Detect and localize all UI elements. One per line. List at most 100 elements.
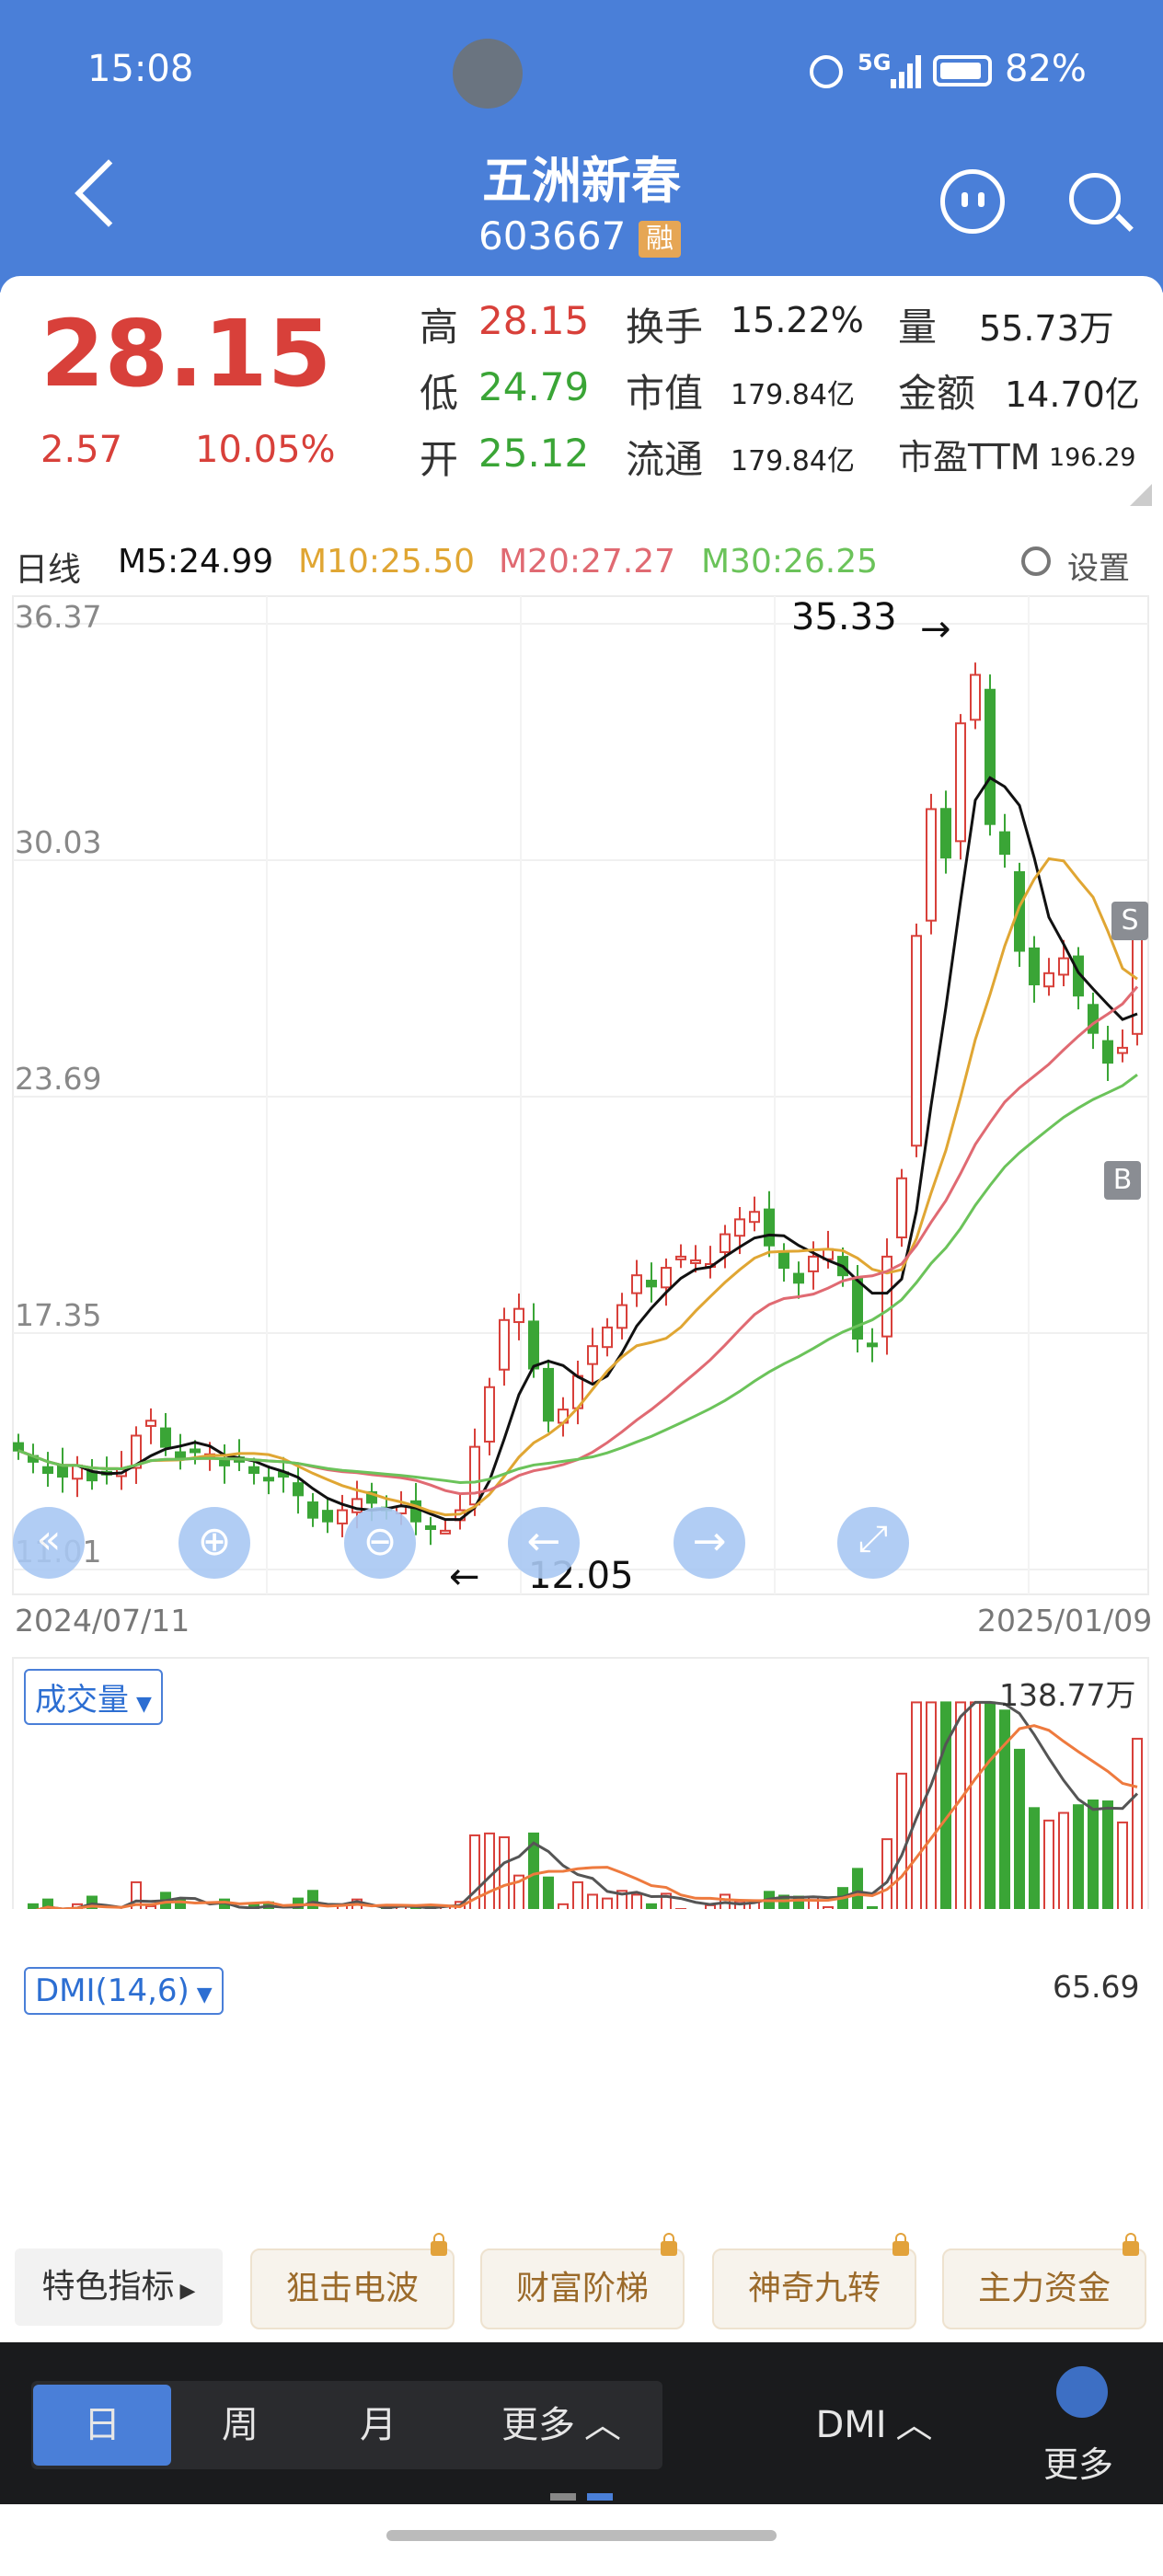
candle bbox=[190, 1448, 201, 1454]
candle bbox=[145, 1420, 156, 1427]
volume-bar bbox=[1088, 1800, 1099, 1909]
period-more-button[interactable]: 更多 ︿ bbox=[460, 2385, 662, 2466]
candle bbox=[293, 1482, 304, 1497]
candle bbox=[513, 1307, 524, 1324]
feature-indicators-tab[interactable]: 特色指标 ▶ bbox=[15, 2248, 223, 2326]
volume-bar bbox=[867, 1905, 878, 1909]
stock-code: 603667 bbox=[478, 213, 627, 259]
zoom-out-button[interactable]: ⊖ bbox=[344, 1507, 416, 1579]
double-chevron-left-icon: « bbox=[36, 1516, 62, 1563]
high-value: 28.15 bbox=[478, 298, 590, 343]
volume-panel bbox=[12, 1657, 1149, 1909]
lock-icon bbox=[1123, 2233, 1139, 2256]
turnover-value: 15.22% bbox=[731, 300, 864, 340]
price-change-pct: 10.05% bbox=[195, 429, 336, 471]
candle bbox=[661, 1267, 672, 1289]
volume-bar bbox=[1132, 1737, 1143, 1909]
fullscreen-button[interactable]: ⤢ bbox=[837, 1507, 909, 1579]
dmi-value-label: 65.69 bbox=[1053, 1969, 1140, 2005]
candle bbox=[955, 722, 966, 843]
feature-sniper-wave[interactable]: 狙击电波 bbox=[250, 2233, 455, 2329]
y-tick-label: 17.35 bbox=[15, 1297, 101, 1333]
margin-badge: 融 bbox=[639, 221, 681, 258]
period-month-button[interactable]: 月 bbox=[309, 2385, 447, 2466]
candle bbox=[499, 1318, 510, 1371]
more-label: 更多 bbox=[501, 2404, 575, 2446]
home-indicator bbox=[386, 2530, 777, 2541]
candle bbox=[528, 1320, 539, 1370]
feature-label: 主力资金 bbox=[977, 2270, 1111, 2307]
high-label: 高 bbox=[420, 305, 459, 350]
more-menu-icon[interactable] bbox=[1056, 2366, 1108, 2418]
volume-bar bbox=[985, 1701, 996, 1909]
y-tick-label: 36.37 bbox=[15, 599, 101, 635]
volume-bar bbox=[646, 1903, 657, 1909]
candle bbox=[734, 1218, 745, 1237]
high-arrow-icon: → bbox=[920, 608, 951, 650]
candle bbox=[1117, 1046, 1128, 1054]
feature-main-capital[interactable]: 主力资金 bbox=[942, 2233, 1146, 2329]
notification-avatar bbox=[453, 39, 523, 109]
candle bbox=[484, 1386, 495, 1443]
zoom-in-button[interactable]: ⊕ bbox=[178, 1507, 250, 1579]
dmi-indicator-label: DMI(14,6) bbox=[35, 1972, 190, 2009]
volume-max-label: 138.77万 bbox=[999, 1677, 1136, 1713]
candle bbox=[646, 1280, 657, 1288]
dmi-indicator-select[interactable]: DMI(14,6) ▼ bbox=[24, 1967, 224, 2015]
chat-icon[interactable] bbox=[940, 169, 1005, 234]
feature-magic-nine[interactable]: 神奇九转 bbox=[712, 2233, 916, 2329]
expand-corner-icon[interactable] bbox=[1130, 484, 1152, 506]
y-tick-label: 23.69 bbox=[15, 1061, 101, 1097]
chevron-up-icon: ︿ bbox=[895, 2404, 933, 2446]
mktcap-label: 市值 bbox=[626, 371, 704, 416]
more-menu-label[interactable]: 更多 bbox=[1043, 2436, 1113, 2487]
candle bbox=[1043, 972, 1054, 988]
volume-bar bbox=[896, 1772, 907, 1909]
volume-bar bbox=[970, 1701, 981, 1909]
candle bbox=[616, 1304, 628, 1329]
scroll-left-button[interactable]: ← bbox=[508, 1507, 580, 1579]
candle bbox=[631, 1274, 642, 1294]
feature-wealth-ladder[interactable]: 财富阶梯 bbox=[480, 2233, 685, 2329]
candle bbox=[42, 1466, 53, 1475]
candle bbox=[587, 1345, 598, 1365]
candle bbox=[13, 1442, 24, 1452]
high-annotation: 35.33 bbox=[791, 596, 897, 638]
period-day-button[interactable]: 日 bbox=[33, 2385, 171, 2466]
indicator-select-button[interactable]: DMI ︿ bbox=[782, 2385, 966, 2466]
status-time: 15:08 bbox=[87, 48, 194, 90]
kline-chart[interactable]: 36.3730.0323.6917.3511.01 bbox=[0, 529, 1163, 1909]
volume-bar bbox=[1058, 1811, 1069, 1909]
candle bbox=[469, 1445, 480, 1506]
search-icon[interactable] bbox=[1069, 173, 1134, 232]
candles bbox=[13, 662, 1143, 1546]
scroll-start-button[interactable]: « bbox=[13, 1507, 85, 1579]
candle bbox=[1132, 929, 1143, 1035]
arrow-left-icon: ← bbox=[526, 1518, 561, 1565]
amount-label: 金额 bbox=[898, 371, 976, 416]
zoom-in-icon: ⊕ bbox=[197, 1518, 232, 1565]
volume-bar bbox=[587, 1893, 598, 1909]
candle bbox=[690, 1259, 701, 1264]
candle bbox=[1088, 1004, 1099, 1034]
volume-bar bbox=[1014, 1748, 1025, 1909]
volume-bar bbox=[631, 1893, 642, 1909]
volume-indicator-label: 成交量 bbox=[35, 1682, 129, 1719]
volume-bar bbox=[499, 1836, 510, 1909]
candle bbox=[720, 1233, 731, 1254]
candle bbox=[867, 1342, 878, 1348]
sell-signal: S bbox=[1111, 902, 1148, 940]
candle bbox=[999, 831, 1010, 856]
candle bbox=[675, 1255, 686, 1260]
last-price: 28.15 bbox=[40, 300, 332, 408]
candle bbox=[440, 1529, 451, 1535]
period-week-button[interactable]: 周 bbox=[171, 2385, 309, 2466]
scroll-right-button[interactable]: → bbox=[674, 1507, 745, 1579]
candle bbox=[926, 808, 937, 922]
volume-bar bbox=[1117, 1821, 1128, 1909]
candle bbox=[175, 1451, 186, 1459]
candle bbox=[764, 1208, 775, 1247]
volume-bar bbox=[852, 1868, 863, 1909]
volume-indicator-select[interactable]: 成交量 ▼ bbox=[24, 1669, 163, 1725]
lock-icon bbox=[661, 2233, 677, 2256]
